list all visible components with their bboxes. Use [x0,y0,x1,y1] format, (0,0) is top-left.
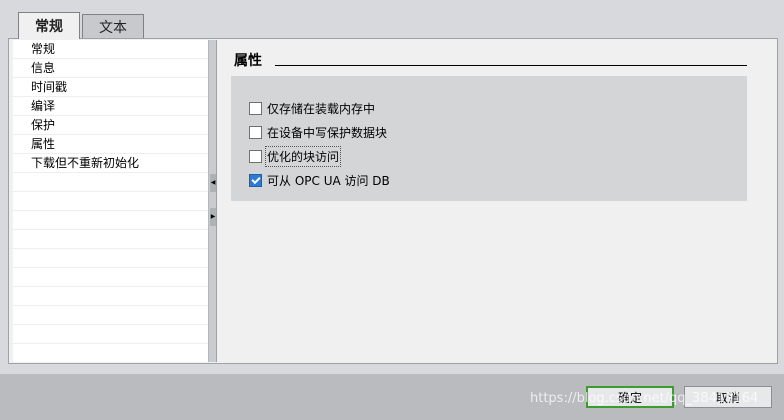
nav-empty-row [13,211,208,230]
nav-item-label: 信息 [31,61,56,75]
nav-empty-row [13,192,208,211]
nav-item-timestamp[interactable]: 时间戳 [13,78,208,97]
option-load-memory-only[interactable]: 仅存储在装载内存中 [249,99,375,117]
watermark: https://blog.csdn.net/qq_38419164 [530,391,759,406]
tab-general[interactable]: 常规 [18,12,80,39]
options-group: 仅存储在装载内存中 在设备中写保护数据块 优化的块访问 可从 OPC UA 访问… [231,76,747,201]
nav-item-label: 常规 [31,42,56,56]
nav-item-protection[interactable]: 保护 [13,116,208,135]
checkbox[interactable] [249,125,262,139]
nav-item-download-no-reinit[interactable]: 下载但不重新初始化 [13,154,208,173]
nav-empty-row [13,173,208,192]
nav-tree: 常规 信息 时间戳 编译 保护 属性 下载但不重新初始化 [13,40,209,362]
nav-item-label: 属性 [31,137,56,151]
nav-item-information[interactable]: 信息 [13,59,208,78]
nav-empty-row [13,230,208,249]
nav-item-general[interactable]: 常规 [13,40,208,59]
content-area: 属性 仅存储在装载内存中 在设备中写保护数据块 优化的块访问 可从 OPC UA… [219,40,777,362]
collapse-left-icon[interactable]: ◀ [210,174,216,192]
tab-general-label: 常规 [35,19,63,35]
option-optimized-access[interactable]: 优化的块访问 [249,145,342,167]
option-write-protect[interactable]: 在设备中写保护数据块 [249,123,387,141]
nav-item-label: 编译 [31,99,56,113]
tab-strip: 常规 文本 [0,0,784,39]
properties-panel: 常规 信息 时间戳 编译 保护 属性 下载但不重新初始化 ◀ ▶ 属性 仅存储在… [8,38,778,364]
checkbox[interactable] [249,149,262,163]
nav-empty-row [13,268,208,287]
nav-item-label: 时间戳 [31,80,68,94]
option-opc-ua-access[interactable]: 可从 OPC UA 访问 DB [249,171,390,189]
nav-empty-row [13,287,208,306]
nav-empty-row [13,306,208,325]
splitter[interactable]: ◀ ▶ [209,40,217,362]
checkbox[interactable] [249,101,262,115]
nav-item-attributes[interactable]: 属性 [13,135,208,154]
option-label: 优化的块访问 [264,145,342,167]
option-label: 在设备中写保护数据块 [267,125,388,140]
nav-item-label: 保护 [31,118,56,132]
expand-right-icon[interactable]: ▶ [210,208,216,226]
nav-item-label: 下载但不重新初始化 [31,156,140,170]
section-divider [275,65,747,66]
nav-empty-row [13,249,208,268]
nav-item-compile[interactable]: 编译 [13,97,208,116]
tab-text-label: 文本 [99,19,127,36]
checkbox-checked[interactable] [249,173,262,187]
option-label: 可从 OPC UA 访问 DB [267,173,390,188]
nav-empty-row [13,325,208,344]
section-title: 属性 [234,53,262,69]
option-label: 仅存储在装载内存中 [267,101,376,116]
tab-text[interactable]: 文本 [82,14,144,38]
